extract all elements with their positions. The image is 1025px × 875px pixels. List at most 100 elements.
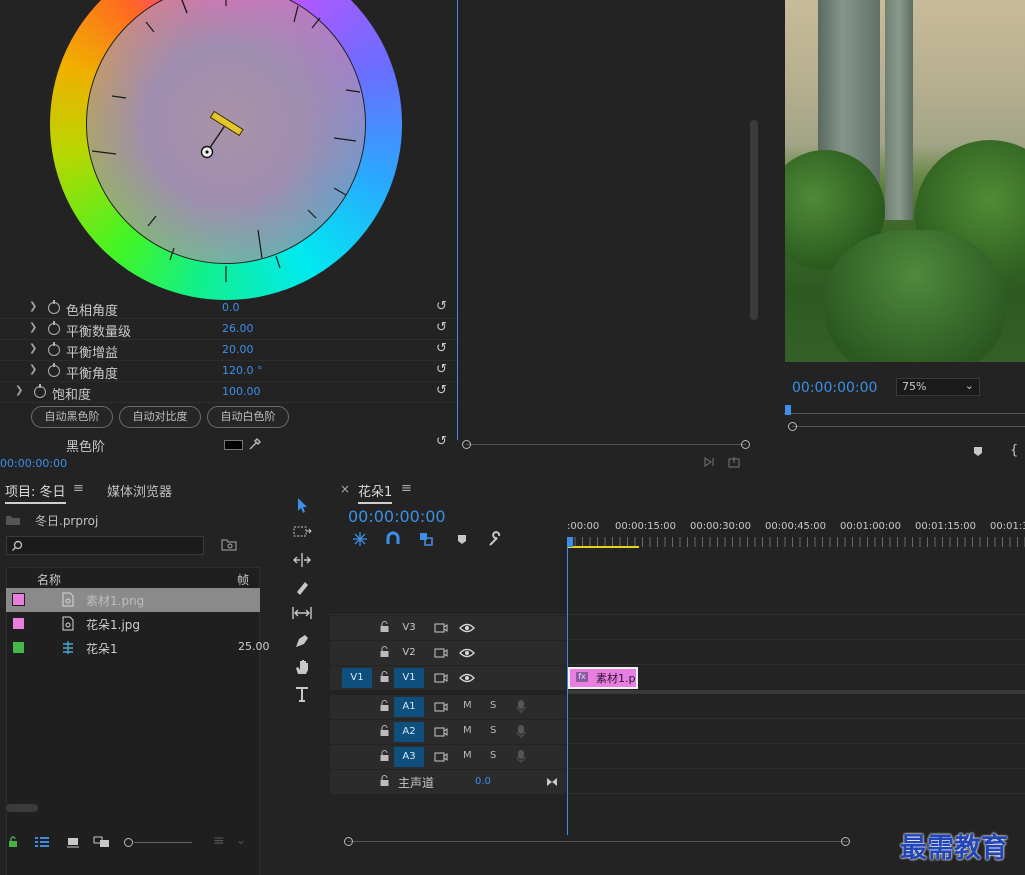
stopwatch-icon[interactable]: [48, 321, 60, 335]
wrench-icon[interactable]: [487, 531, 503, 547]
tab-menu-icon[interactable]: ≡: [73, 481, 84, 496]
property-value[interactable]: 0.0: [222, 301, 240, 314]
timeline-clip[interactable]: fx 素材1.p: [568, 667, 638, 689]
track-toggle[interactable]: V3: [394, 618, 424, 638]
chevron-down-icon[interactable]: ⌄: [236, 833, 246, 847]
project-item-row[interactable]: 素材1.png: [6, 588, 260, 612]
pen-tool[interactable]: [289, 628, 315, 652]
effect-timecode[interactable]: 00:00:00:00: [0, 457, 67, 470]
magnet-icon[interactable]: [385, 531, 401, 547]
list-view-icon[interactable]: [34, 836, 50, 848]
timeline-playhead-head[interactable]: [567, 537, 573, 547]
track-select-tool[interactable]: [289, 520, 315, 544]
solo-button[interactable]: S: [490, 725, 496, 736]
expand-chevron-icon[interactable]: ❯: [29, 364, 37, 375]
lock-icon[interactable]: [380, 671, 389, 682]
lock-icon[interactable]: [380, 700, 389, 711]
film-icon[interactable]: [434, 751, 448, 763]
mute-button[interactable]: M: [463, 750, 472, 761]
expand-chevron-icon[interactable]: ❯: [29, 343, 37, 354]
tab-project[interactable]: 项目: 冬日: [5, 481, 66, 504]
linked-selection-icon[interactable]: [418, 531, 434, 547]
track-lane-a1[interactable]: [567, 695, 1025, 719]
timeline-timecode[interactable]: 00:00:00:00: [348, 507, 446, 526]
stopwatch-icon[interactable]: [48, 342, 60, 356]
track-toggle[interactable]: A3: [394, 747, 424, 767]
property-value[interactable]: 20.00: [222, 343, 254, 356]
program-timecode[interactable]: 00:00:00:00: [792, 380, 877, 396]
project-item-row[interactable]: 花朵1.jpg: [6, 612, 260, 636]
reset-icon[interactable]: ↺: [436, 299, 447, 314]
track-lane-v2[interactable]: [567, 641, 1025, 665]
column-header-name[interactable]: 名称: [37, 571, 61, 588]
tab-media-browser[interactable]: 媒体浏览器: [107, 481, 172, 500]
solo-button[interactable]: S: [490, 700, 496, 711]
mute-button[interactable]: M: [463, 725, 472, 736]
film-icon[interactable]: [434, 622, 448, 634]
label-color-swatch[interactable]: [12, 617, 25, 630]
eye-icon[interactable]: [459, 672, 475, 684]
program-playhead[interactable]: [785, 405, 791, 415]
black-level-swatch[interactable]: [224, 440, 243, 450]
razor-tool[interactable]: [289, 575, 315, 599]
stopwatch-icon[interactable]: [48, 363, 60, 377]
eyedropper-icon[interactable]: [248, 437, 262, 451]
lock-icon[interactable]: [380, 621, 389, 632]
film-icon[interactable]: [434, 726, 448, 738]
lock-icon[interactable]: [380, 725, 389, 736]
lock-icon[interactable]: [380, 750, 389, 761]
track-toggle[interactable]: V2: [394, 643, 424, 663]
label-color-swatch[interactable]: [12, 641, 25, 654]
track-lane-v3[interactable]: [567, 616, 1025, 640]
auto-contrast-button[interactable]: 自动对比度: [119, 406, 201, 428]
search-input[interactable]: [6, 536, 204, 555]
program-ruler[interactable]: [784, 405, 1025, 419]
program-zoom-scrollbar[interactable]: [788, 422, 1025, 432]
selection-tool[interactable]: [289, 493, 315, 517]
lock-icon[interactable]: [380, 775, 389, 786]
lock-icon[interactable]: [380, 646, 389, 657]
property-value[interactable]: 26.00: [222, 322, 254, 335]
reset-icon[interactable]: ↺: [436, 383, 447, 398]
effect-playhead[interactable]: [457, 0, 458, 440]
marker-icon[interactable]: [456, 533, 468, 545]
track-lane-a2[interactable]: [567, 720, 1025, 744]
add-marker-icon[interactable]: [972, 445, 984, 457]
track-toggle[interactable]: V1: [394, 668, 424, 688]
reset-icon[interactable]: ↺: [436, 341, 447, 356]
property-row-balance-gain[interactable]: ❯ 平衡增益 20.00 ↺: [0, 340, 457, 361]
property-row-balance-angle[interactable]: ❯ 平衡角度 120.0 ° ↺: [0, 361, 457, 382]
track-header-master[interactable]: 主声道 0.0: [330, 770, 566, 794]
time-ruler[interactable]: :00:00 00:00:15:00 00:00:30:00 00:00:45:…: [567, 517, 1025, 551]
track-lane-v1[interactable]: fx 素材1.p: [567, 666, 1025, 694]
property-value[interactable]: 100.00: [222, 385, 261, 398]
mic-icon[interactable]: [516, 749, 526, 764]
type-tool[interactable]: [289, 682, 315, 706]
eye-icon[interactable]: [459, 647, 475, 659]
thumbnail-size-slider[interactable]: [124, 837, 194, 847]
nest-icon[interactable]: [352, 531, 368, 547]
track-header-v1[interactable]: V1 V1: [330, 666, 566, 690]
track-lane-master[interactable]: [567, 770, 1025, 794]
property-value[interactable]: 120.0 °: [222, 364, 263, 377]
film-icon[interactable]: [434, 647, 448, 659]
master-volume-value[interactable]: 0.0: [475, 776, 491, 787]
mute-button[interactable]: M: [463, 700, 472, 711]
source-patch-v1[interactable]: V1: [342, 668, 372, 688]
ripple-edit-tool[interactable]: [289, 548, 315, 572]
property-row-saturation[interactable]: ❯ 饱和度 100.00 ↺: [0, 382, 457, 403]
effect-vertical-scrollbar[interactable]: [750, 120, 758, 320]
label-color-swatch[interactable]: [12, 593, 25, 606]
tab-menu-icon[interactable]: ≡: [401, 481, 412, 496]
track-header-v3[interactable]: V3: [330, 616, 566, 640]
reset-icon[interactable]: ↺: [436, 362, 447, 377]
stopwatch-icon[interactable]: [48, 300, 60, 314]
track-toggle[interactable]: A1: [394, 697, 424, 717]
stopwatch-icon[interactable]: [34, 384, 46, 398]
timeline-playhead[interactable]: [567, 547, 568, 835]
timeline-zoom-scrollbar[interactable]: [344, 837, 854, 847]
track-header-a3[interactable]: A3 M S: [330, 745, 566, 769]
icon-view-icon[interactable]: [66, 836, 80, 848]
new-bin-icon[interactable]: [221, 538, 237, 552]
effect-zoom-scrollbar[interactable]: [462, 440, 750, 450]
